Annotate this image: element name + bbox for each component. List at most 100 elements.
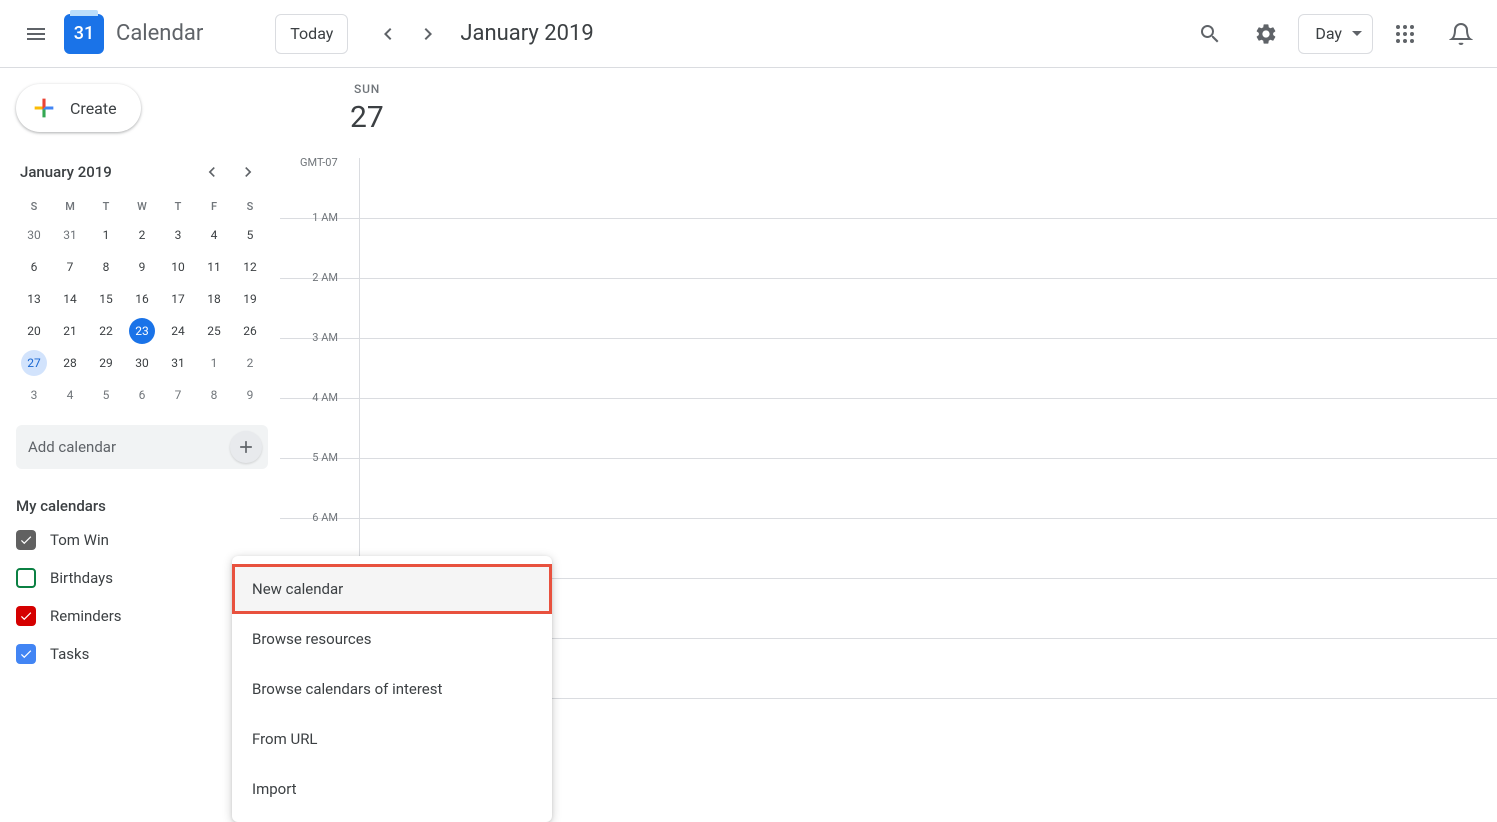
prev-period-button[interactable] (368, 14, 408, 54)
mini-day-cell[interactable]: 22 (88, 315, 124, 347)
period-title: January 2019 (460, 21, 593, 46)
mini-day-cell[interactable]: 4 (196, 219, 232, 251)
body: Create January 2019 SMTWTFS 303112345678… (0, 68, 1497, 758)
mini-day-cell[interactable]: 14 (52, 283, 88, 315)
hour-row[interactable]: 3 AM (280, 338, 1497, 398)
main-menu-button[interactable] (12, 10, 60, 58)
mini-next-month-button[interactable] (232, 156, 264, 188)
mini-day-cell[interactable]: 12 (232, 251, 268, 283)
mini-day-cell[interactable]: 7 (160, 379, 196, 411)
mini-day-cell[interactable]: 17 (160, 283, 196, 315)
mini-day-cell[interactable]: 6 (124, 379, 160, 411)
mini-day-cell[interactable]: 30 (16, 219, 52, 251)
view-selector-label: Day (1315, 24, 1342, 43)
search-icon (1198, 22, 1222, 46)
mini-day-cell[interactable]: 24 (160, 315, 196, 347)
calendar-checkbox[interactable] (16, 530, 36, 550)
mini-dow-label: T (160, 194, 196, 219)
check-icon (19, 647, 33, 661)
add-calendar-plus-button[interactable] (230, 431, 262, 463)
mini-day-cell[interactable]: 5 (232, 219, 268, 251)
menu-item[interactable]: Import (232, 764, 552, 814)
hour-row[interactable]: 2 AM (280, 278, 1497, 338)
hour-row[interactable] (280, 158, 1497, 218)
mini-dow-label: F (196, 194, 232, 219)
header: 31 Calendar Today January 2019 Day (0, 0, 1497, 68)
mini-day-cell[interactable]: 10 (160, 251, 196, 283)
today-button[interactable]: Today (275, 14, 348, 54)
calendar-list-item[interactable]: Tasks (16, 635, 268, 673)
calendar-checkbox[interactable] (16, 606, 36, 626)
chevron-right-icon (238, 162, 258, 182)
calendar-label: Tasks (50, 645, 89, 663)
calendar-checkbox[interactable] (16, 644, 36, 664)
day-number[interactable]: 27 (350, 100, 384, 135)
mini-day-cell[interactable]: 15 (88, 283, 124, 315)
calendar-list-item[interactable]: Birthdays (16, 559, 268, 597)
chevron-right-icon (416, 22, 440, 46)
search-button[interactable] (1186, 10, 1234, 58)
mini-day-cell[interactable]: 4 (52, 379, 88, 411)
menu-item[interactable]: Browse resources (232, 614, 552, 664)
mini-day-cell[interactable]: 2 (232, 347, 268, 379)
my-calendars-heading[interactable]: My calendars (16, 497, 268, 515)
hour-row[interactable]: 1 AM (280, 218, 1497, 278)
hour-label: 3 AM (280, 331, 350, 398)
mini-day-cell[interactable]: 18 (196, 283, 232, 315)
settings-button[interactable] (1242, 10, 1290, 58)
mini-day-cell[interactable]: 30 (124, 347, 160, 379)
mini-day-cell[interactable]: 2 (124, 219, 160, 251)
mini-day-cell[interactable]: 3 (16, 379, 52, 411)
header-right: Day (1186, 10, 1485, 58)
mini-day-cell[interactable]: 9 (232, 379, 268, 411)
mini-day-cell[interactable]: 20 (16, 315, 52, 347)
calendar-logo-icon: 31 (64, 14, 104, 54)
calendar-label: Tom Win (50, 531, 109, 549)
mini-day-cell[interactable]: 8 (196, 379, 232, 411)
chevron-left-icon (202, 162, 222, 182)
mini-day-cell[interactable]: 5 (88, 379, 124, 411)
mini-day-cell[interactable]: 6 (16, 251, 52, 283)
mini-dow-label: S (16, 194, 52, 219)
mini-calendar-title: January 2019 (20, 163, 112, 181)
mini-day-cell[interactable]: 3 (160, 219, 196, 251)
mini-day-cell[interactable]: 29 (88, 347, 124, 379)
next-period-button[interactable] (408, 14, 448, 54)
create-button[interactable]: Create (16, 84, 141, 132)
menu-item[interactable]: New calendar (232, 564, 552, 614)
mini-day-cell[interactable]: 25 (196, 315, 232, 347)
mini-day-cell[interactable]: 31 (52, 219, 88, 251)
hour-row[interactable]: 4 AM (280, 398, 1497, 458)
mini-day-cell[interactable]: 26 (232, 315, 268, 347)
hour-label: 2 AM (280, 271, 350, 338)
mini-day-cell[interactable]: 9 (124, 251, 160, 283)
mini-day-cell[interactable]: 19 (232, 283, 268, 315)
mini-day-cell[interactable]: 21 (52, 315, 88, 347)
mini-day-cell[interactable]: 11 (196, 251, 232, 283)
menu-item[interactable]: Browse calendars of interest (232, 664, 552, 714)
menu-item[interactable]: From URL (232, 714, 552, 764)
mini-day-cell[interactable]: 1 (196, 347, 232, 379)
mini-day-cell[interactable]: 31 (160, 347, 196, 379)
check-icon (19, 609, 33, 623)
calendar-list-item[interactable]: Tom Win (16, 521, 268, 559)
mini-day-cell[interactable]: 27 (16, 347, 52, 379)
day-header: SUN 27 (280, 68, 1497, 158)
mini-day-cell[interactable]: 1 (88, 219, 124, 251)
view-selector[interactable]: Day (1298, 14, 1373, 54)
calendar-list-item[interactable]: Reminders (16, 597, 268, 635)
calendar-label: Reminders (50, 607, 122, 625)
mini-day-cell[interactable]: 23 (124, 315, 160, 347)
mini-day-cell[interactable]: 16 (124, 283, 160, 315)
calendar-checkbox[interactable] (16, 568, 36, 588)
hour-row[interactable]: 5 AM (280, 458, 1497, 518)
apps-button[interactable] (1381, 10, 1429, 58)
mini-prev-month-button[interactable] (196, 156, 228, 188)
mini-day-cell[interactable]: 7 (52, 251, 88, 283)
mini-day-cell[interactable]: 13 (16, 283, 52, 315)
mini-day-cell[interactable]: 28 (52, 347, 88, 379)
notifications-button[interactable] (1437, 10, 1485, 58)
logo[interactable]: 31 Calendar (64, 14, 203, 54)
add-calendar-menu: New calendarBrowse resourcesBrowse calen… (232, 556, 552, 822)
mini-day-cell[interactable]: 8 (88, 251, 124, 283)
